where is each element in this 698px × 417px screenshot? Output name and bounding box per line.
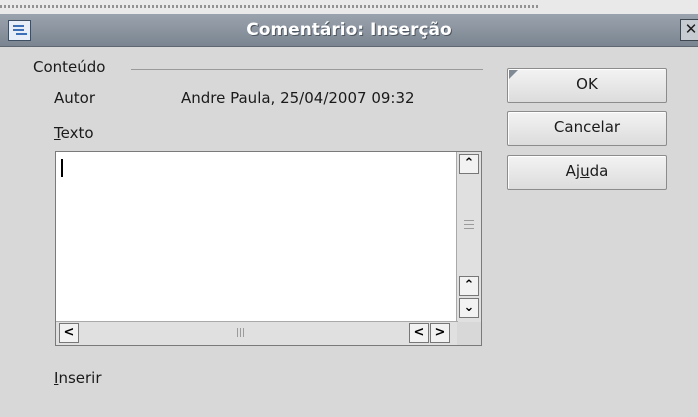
insert-label-rest: nserir [58, 369, 102, 387]
scroll-corner [457, 322, 481, 345]
default-button-marker [509, 70, 518, 79]
group-divider [131, 69, 483, 70]
help-label-rest: da [589, 162, 609, 180]
vertical-scrollbar[interactable]: ⌃ ⌃ ⌄ [456, 152, 481, 322]
text-label: Texto [54, 124, 94, 142]
help-label-mnemonic: u [580, 162, 590, 180]
author-label: Autor [54, 89, 95, 107]
arrow-right-icon[interactable]: > [430, 323, 450, 343]
text-label-rest: exto [60, 124, 94, 142]
scroll-grip [243, 328, 244, 337]
ok-button[interactable]: OK [507, 68, 667, 103]
scroll-grip [240, 328, 241, 337]
horizontal-scrollbar[interactable]: < < > [56, 321, 458, 345]
scroll-grip [464, 220, 474, 221]
title-bar[interactable]: Comentário: Inserção ✕ [0, 14, 698, 47]
content-group-label: Conteúdo [33, 58, 106, 76]
arrow-up-icon[interactable]: ⌃ [459, 154, 479, 174]
author-value: Andre Paula, 25/04/2007 09:32 [181, 89, 415, 107]
cancel-button[interactable]: Cancelar [507, 111, 667, 146]
cancel-button-label: Cancelar [553, 118, 621, 136]
scroll-grip [237, 328, 238, 337]
help-label-prefix: Aj [565, 162, 581, 180]
arrow-left-icon[interactable]: < [59, 323, 79, 343]
background-window-strip [0, 0, 698, 14]
text-label-mnemonic: T [54, 124, 61, 142]
window-title: Comentário: Inserção [246, 20, 452, 40]
comment-textarea[interactable]: ⌃ ⌃ ⌄ < < > [55, 151, 482, 346]
scroll-grip [464, 228, 474, 229]
help-button-label: Ajuda [566, 162, 609, 180]
arrow-down-icon[interactable]: ⌄ [459, 298, 479, 318]
arrow-left-icon[interactable]: < [409, 323, 429, 343]
arrow-up-icon[interactable]: ⌃ [459, 276, 479, 296]
text-caret [61, 159, 63, 177]
insert-label: Inserir [54, 369, 102, 387]
background-text [0, 5, 540, 8]
close-icon[interactable]: ✕ [680, 19, 698, 41]
help-button[interactable]: Ajuda [507, 155, 667, 190]
ok-button-label: OK [576, 75, 598, 93]
scroll-grip [464, 224, 474, 225]
